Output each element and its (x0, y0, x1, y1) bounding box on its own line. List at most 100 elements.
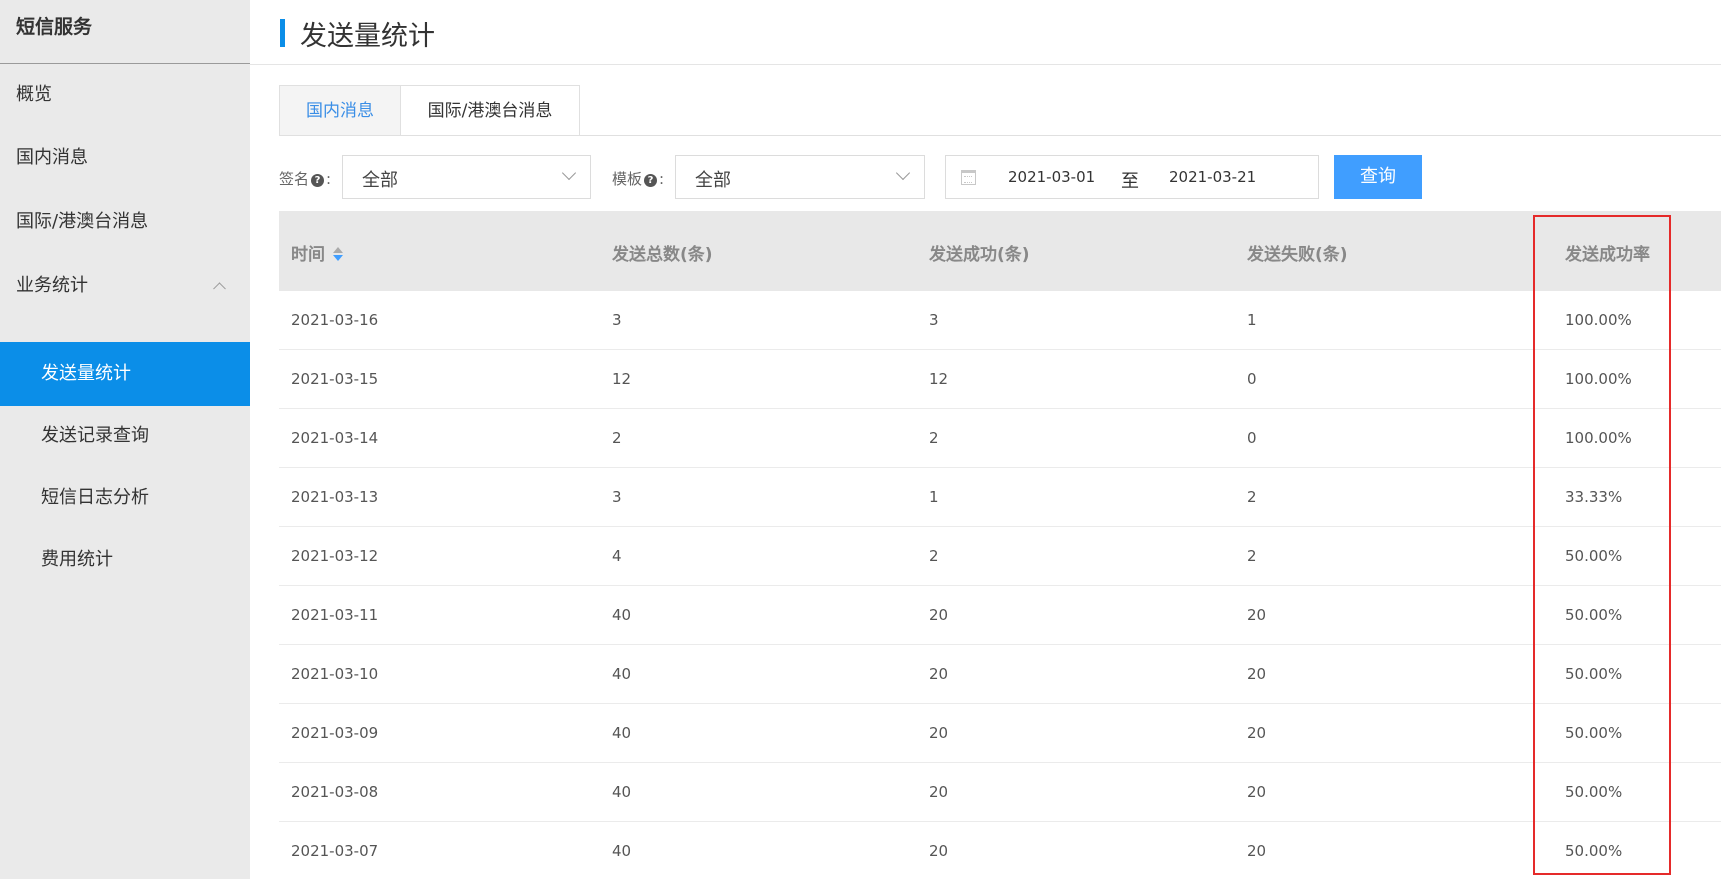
signature-label-colon: : (326, 170, 332, 188)
column-header-success: 发送成功(条) (929, 245, 1030, 265)
table-row: 2021-03-14 2 2 0 100.00% (279, 409, 1721, 468)
cell-success-rate: 50.00% (1565, 547, 1623, 565)
cell-success-rate: 33.33% (1565, 488, 1623, 506)
sidebar-item-cost-stats[interactable]: 费用统计 (0, 535, 250, 585)
cell-time: 2021-03-16 (291, 311, 379, 329)
sidebar-item-send-records[interactable]: 发送记录查询 (0, 411, 250, 461)
signature-select-value: 全部 (362, 170, 398, 191)
cell-failed: 0 (1247, 370, 1257, 388)
cell-failed: 20 (1247, 606, 1267, 624)
table-header: 时间 发送总数(条) 发送成功(条) 发送失败(条) 发送成功率 (279, 211, 1721, 291)
cell-time: 2021-03-11 (291, 606, 379, 624)
cell-success-rate: 50.00% (1565, 606, 1623, 624)
template-label-colon: : (659, 170, 665, 188)
page-header: 发送量统计 (250, 0, 1721, 65)
filter-bar: 签名?: 全部 模板?: 全部 2021-03-01 至 2021-03-21 … (250, 155, 1721, 200)
cell-time: 2021-03-15 (291, 370, 379, 388)
sort-icon[interactable] (333, 247, 343, 261)
sidebar-item-international[interactable]: 国际/港澳台消息 (0, 197, 250, 247)
date-separator: 至 (1121, 171, 1139, 192)
cell-success-rate: 50.00% (1565, 842, 1623, 860)
main-content: 发送量统计 国内消息 国际/港澳台消息 签名?: 全部 模板?: 全部 2021… (250, 0, 1721, 879)
cell-failed: 20 (1247, 724, 1267, 742)
cell-failed: 20 (1247, 783, 1267, 801)
cell-time: 2021-03-13 (291, 488, 379, 506)
cell-failed: 2 (1247, 547, 1257, 565)
cell-total: 3 (612, 311, 622, 329)
sidebar-item-label: 业务统计 (16, 275, 88, 296)
tab-international[interactable]: 国际/港澳台消息 (400, 85, 580, 136)
sidebar-item-send-volume[interactable]: 发送量统计 (0, 342, 250, 406)
cell-time: 2021-03-09 (291, 724, 379, 742)
page-title: 发送量统计 (300, 21, 435, 52)
cell-total: 40 (612, 842, 632, 860)
query-button[interactable]: 查询 (1334, 155, 1422, 199)
chevron-down-icon (895, 165, 911, 181)
sidebar-item-overview[interactable]: 概览 (0, 70, 250, 120)
sidebar-item-domestic[interactable]: 国内消息 (0, 133, 250, 183)
table-row: 2021-03-13 3 1 2 33.33% (279, 468, 1721, 527)
table-row: 2021-03-09 40 20 20 50.00% (279, 704, 1721, 763)
cell-total: 40 (612, 606, 632, 624)
tabs-divider (279, 135, 1721, 136)
cell-failed: 20 (1247, 842, 1267, 860)
help-icon[interactable]: ? (311, 174, 325, 187)
template-select[interactable]: 全部 (675, 155, 925, 199)
table-row: 2021-03-10 40 20 20 50.00% (279, 645, 1721, 704)
cell-success: 20 (929, 665, 949, 683)
cell-total: 40 (612, 783, 632, 801)
sidebar-item-business-stats[interactable]: 业务统计 (0, 261, 250, 311)
cell-success: 3 (929, 311, 939, 329)
chevron-down-icon (561, 165, 577, 181)
cell-success: 1 (929, 488, 939, 506)
cell-total: 2 (612, 429, 622, 447)
cell-success: 2 (929, 429, 939, 447)
cell-success: 20 (929, 606, 949, 624)
table-row: 2021-03-16 3 3 1 100.00% (279, 291, 1721, 350)
cell-success: 20 (929, 724, 949, 742)
date-range-picker[interactable]: 2021-03-01 至 2021-03-21 (945, 155, 1319, 199)
column-header-failed: 发送失败(条) (1247, 245, 1348, 265)
cell-success-rate: 50.00% (1565, 665, 1623, 683)
template-label: 模板?: (612, 168, 664, 189)
cell-total: 40 (612, 724, 632, 742)
table-row: 2021-03-11 40 20 20 50.00% (279, 586, 1721, 645)
calendar-icon (961, 170, 976, 185)
date-end[interactable]: 2021-03-21 (1169, 168, 1256, 186)
cell-success-rate: 100.00% (1565, 429, 1632, 447)
column-header-total: 发送总数(条) (612, 245, 713, 265)
cell-time: 2021-03-08 (291, 783, 379, 801)
signature-select[interactable]: 全部 (342, 155, 591, 199)
table-row: 2021-03-07 40 20 20 50.00% (279, 822, 1721, 879)
cell-failed: 2 (1247, 488, 1257, 506)
cell-success-rate: 100.00% (1565, 370, 1632, 388)
column-header-success-rate: 发送成功率 (1565, 245, 1650, 265)
cell-success-rate: 50.00% (1565, 724, 1623, 742)
cell-success: 12 (929, 370, 949, 388)
sidebar-item-log-analysis[interactable]: 短信日志分析 (0, 473, 250, 523)
cell-success: 20 (929, 783, 949, 801)
cell-total: 12 (612, 370, 632, 388)
cell-failed: 1 (1247, 311, 1257, 329)
cell-success-rate: 100.00% (1565, 311, 1632, 329)
cell-time: 2021-03-10 (291, 665, 379, 683)
template-select-value: 全部 (695, 170, 731, 191)
table-row: 2021-03-15 12 12 0 100.00% (279, 350, 1721, 409)
table-row: 2021-03-08 40 20 20 50.00% (279, 763, 1721, 822)
column-header-label: 时间 (291, 245, 325, 265)
cell-time: 2021-03-07 (291, 842, 379, 860)
signature-label-text: 签名 (279, 170, 310, 188)
table-row: 2021-03-12 4 2 2 50.00% (279, 527, 1721, 586)
sidebar-title: 短信服务 (0, 0, 250, 64)
cell-time: 2021-03-14 (291, 429, 379, 447)
date-start[interactable]: 2021-03-01 (1008, 168, 1095, 186)
cell-total: 40 (612, 665, 632, 683)
help-icon[interactable]: ? (644, 174, 658, 187)
cell-total: 3 (612, 488, 622, 506)
signature-label: 签名?: (279, 168, 331, 189)
cell-total: 4 (612, 547, 622, 565)
template-label-text: 模板 (612, 170, 643, 188)
tab-domestic[interactable]: 国内消息 (279, 85, 401, 136)
title-accent-bar (280, 19, 285, 47)
column-header-time[interactable]: 时间 (291, 240, 343, 265)
